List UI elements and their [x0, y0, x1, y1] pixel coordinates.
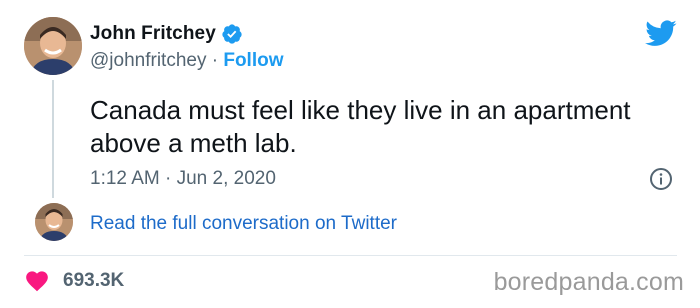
author-display-name[interactable]: John Fritchey — [90, 23, 216, 45]
tweet-timestamp[interactable]: 1:12 AM · Jun 2, 2020 — [90, 168, 276, 190]
author-handle-row: @johnfritchey · Follow — [90, 50, 284, 72]
follow-button[interactable]: Follow — [223, 50, 283, 71]
read-full-conversation-link[interactable]: Read the full conversation on Twitter — [90, 213, 397, 235]
divider — [24, 255, 677, 256]
author-handle[interactable]: @johnfritchey — [90, 50, 206, 71]
reply-avatar[interactable] — [35, 203, 73, 241]
verified-badge-icon — [222, 24, 242, 44]
author-name-row[interactable]: John Fritchey — [90, 23, 243, 45]
handle-separator: · — [211, 50, 224, 71]
like-count: 693.3K — [63, 270, 125, 291]
thread-connector-line — [52, 80, 54, 198]
avatar-image — [35, 203, 73, 241]
twitter-logo-icon[interactable] — [645, 20, 677, 47]
heart-icon[interactable] — [24, 268, 50, 292]
info-icon[interactable] — [649, 167, 673, 191]
author-avatar[interactable] — [24, 17, 82, 75]
avatar-image — [24, 17, 82, 75]
tweet-text: Canada must feel like they live in an ap… — [90, 95, 631, 158]
watermark: boredpanda.com — [493, 268, 684, 296]
